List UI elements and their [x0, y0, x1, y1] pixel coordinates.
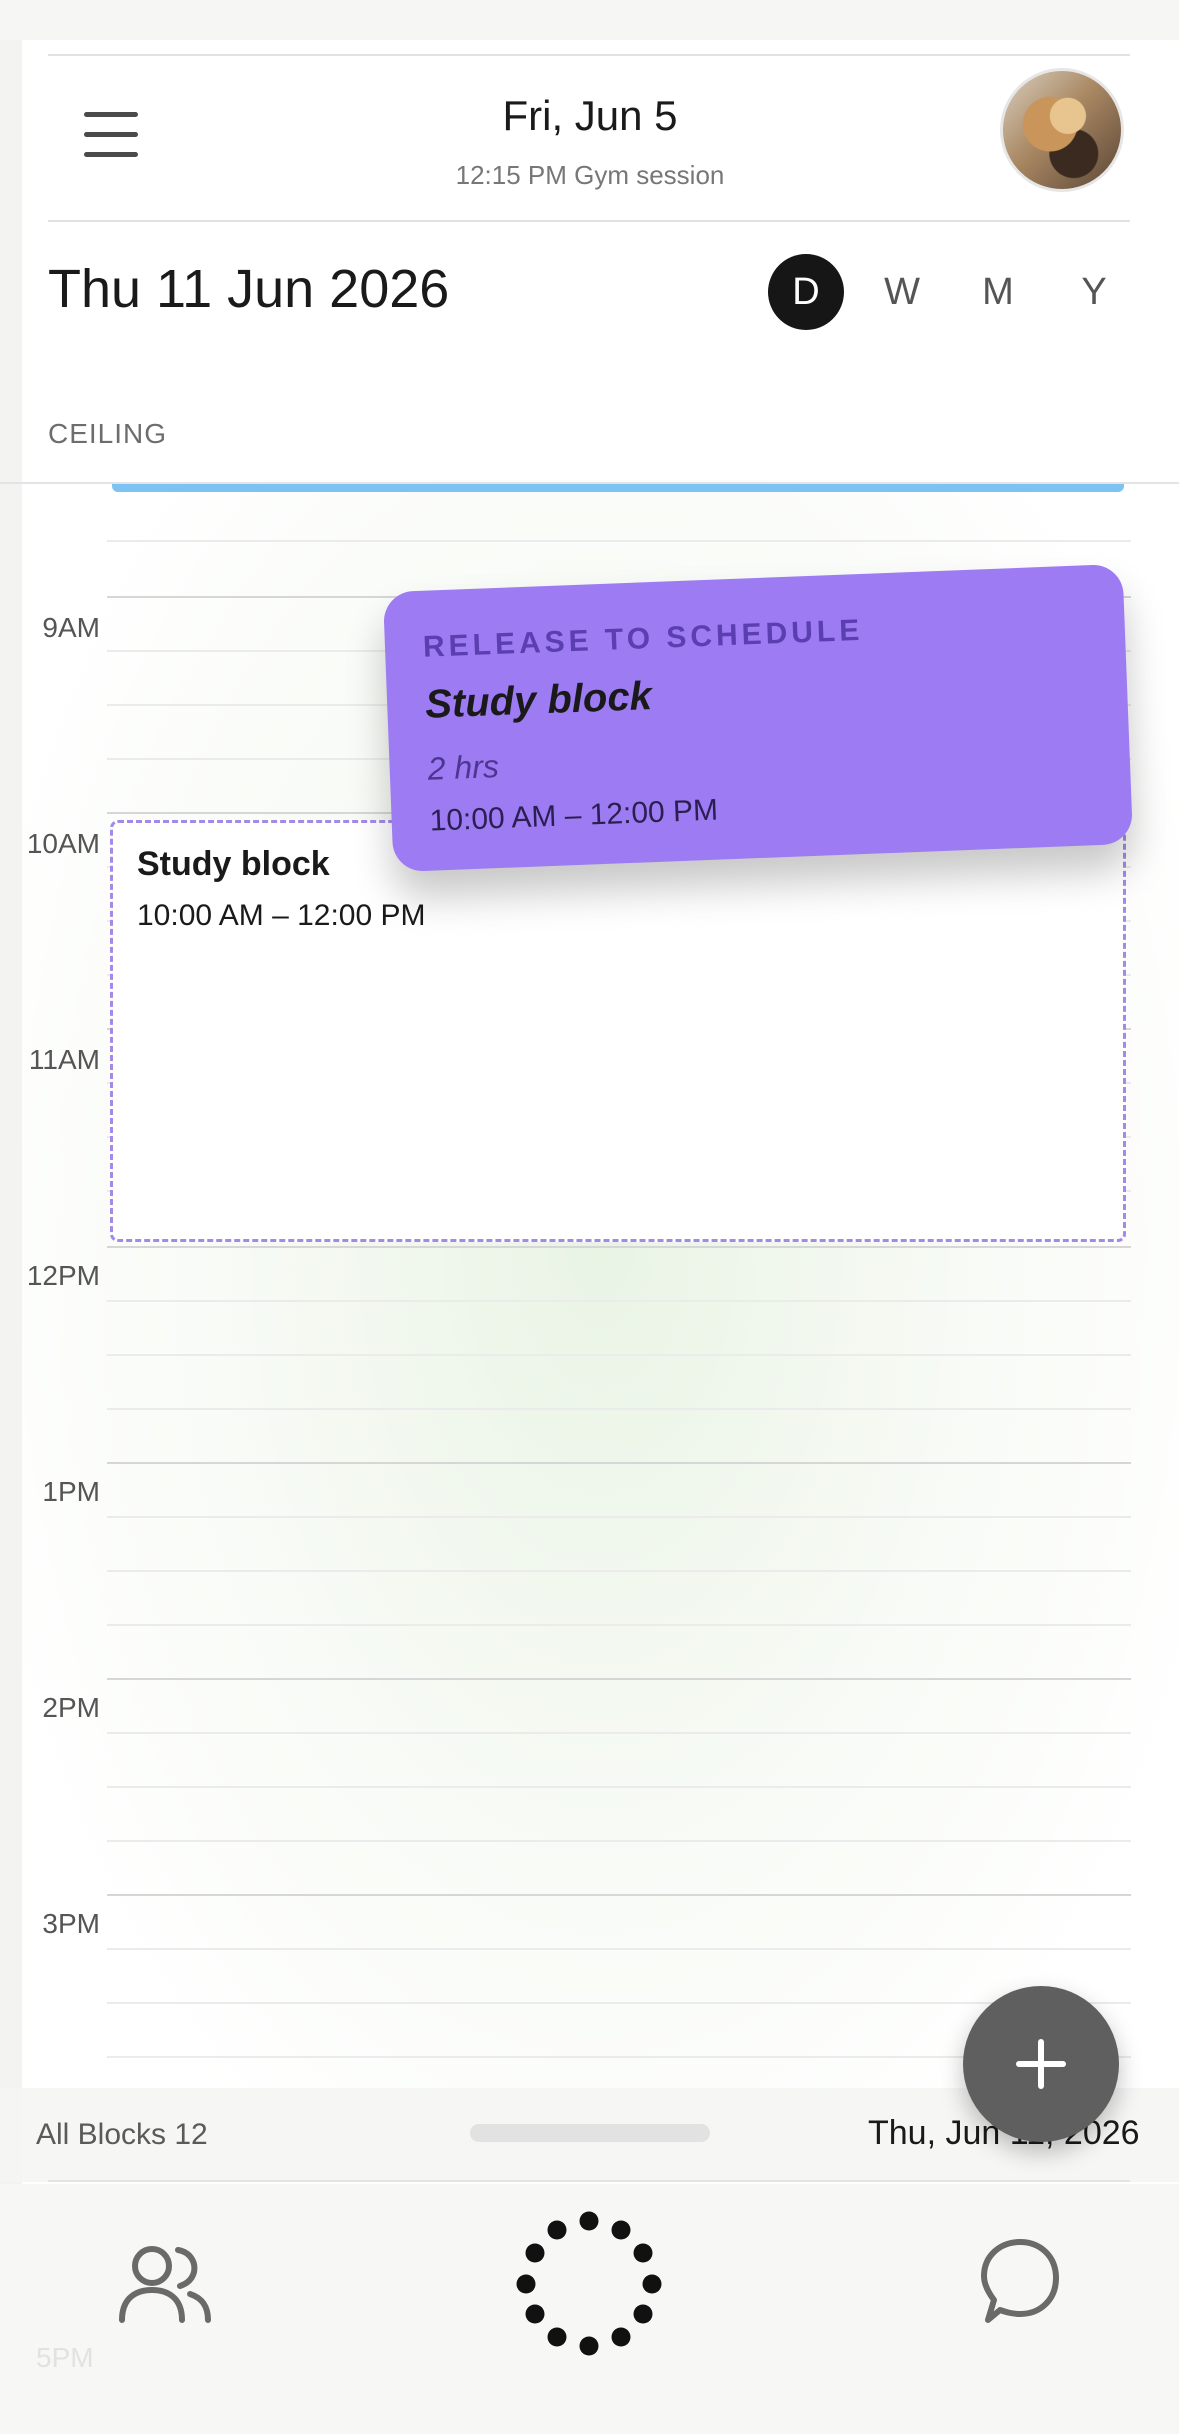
event-time: 10:00 AM – 12:00 PM — [137, 899, 426, 932]
menu-button[interactable] — [84, 112, 140, 158]
view-day-button[interactable]: D — [768, 254, 844, 330]
all-blocks-count[interactable]: All Blocks 12 — [36, 2118, 208, 2152]
ceiling-label: CEILING — [48, 418, 168, 449]
dotted-ring-icon — [516, 2211, 662, 2356]
time-label-9am: 9AM — [42, 612, 100, 643]
profile-avatar[interactable] — [1000, 68, 1124, 192]
sheet-drag-handle[interactable] — [470, 2124, 710, 2142]
view-year-button[interactable]: Y — [1056, 254, 1132, 330]
header-top-divider — [48, 54, 1130, 56]
dragged-event-duration: 2 hrs — [427, 747, 500, 787]
dragged-event-title: Study block — [424, 674, 653, 727]
view-week-button[interactable]: W — [864, 254, 940, 330]
header-title[interactable]: Fri, Jun 5 — [380, 92, 800, 140]
header-subtitle: 12:15 PM Gym session — [455, 160, 725, 190]
plus-icon — [1016, 2039, 1066, 2089]
time-label-5pm: 5PM — [36, 2342, 94, 2373]
chat-bubble-icon — [981, 2239, 1059, 2323]
time-label-11am: 11AM — [28, 1044, 100, 1075]
tab-people[interactable] — [112, 2236, 216, 2332]
tab-home[interactable] — [514, 2208, 664, 2358]
status-area — [0, 0, 1179, 40]
dragged-event-time: 10:00 AM – 12:00 PM — [429, 793, 719, 838]
time-label-12pm: 12PM — [26, 1260, 100, 1291]
tab-messages[interactable] — [968, 2234, 1068, 2334]
selected-date[interactable]: Thu 11 Jun 2026 — [48, 258, 449, 320]
study-block-drop-slot[interactable]: Study block 10:00 AM – 12:00 PM — [110, 820, 1126, 1242]
people-icon — [119, 2246, 211, 2323]
view-switcher: D W M Y — [768, 254, 1152, 330]
header-bottom-divider — [48, 220, 1130, 222]
add-event-button[interactable] — [963, 1986, 1119, 2142]
time-label-2pm: 2PM — [42, 1692, 100, 1723]
time-label-1pm: 1PM — [42, 1476, 100, 1507]
dragged-event-card[interactable]: RELEASE TO SCHEDULE Study block 2 hrs 10… — [382, 563, 1134, 873]
release-hint: RELEASE TO SCHEDULE — [422, 613, 864, 664]
footer-divider — [48, 2180, 1130, 2182]
event-title: Study block — [137, 845, 330, 883]
view-month-button[interactable]: M — [960, 254, 1036, 330]
time-label-3pm: 3PM — [42, 1908, 100, 1939]
time-label-10am: 10AM — [26, 828, 100, 859]
